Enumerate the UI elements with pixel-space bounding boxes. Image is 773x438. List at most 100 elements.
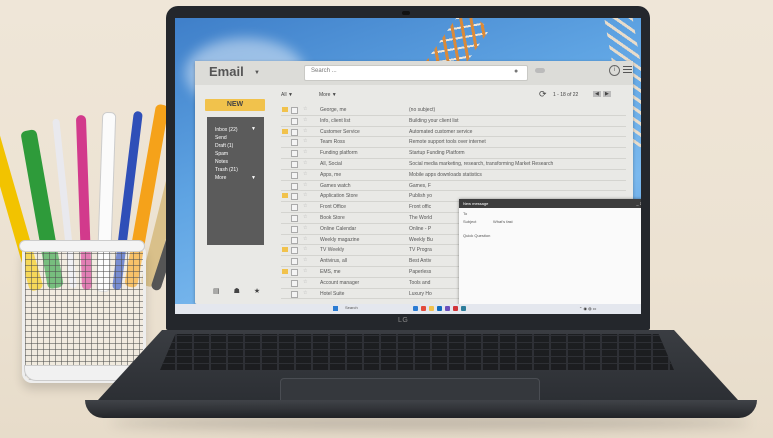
microphone-icon[interactable]: ● (514, 68, 518, 75)
row-checkbox[interactable] (291, 258, 298, 266)
row-checkbox[interactable] (291, 193, 298, 201)
flag-icon[interactable] (282, 204, 288, 209)
folder-inbox[interactable]: Inbox (22) (215, 127, 238, 133)
flag-icon[interactable] (282, 139, 288, 144)
row-checkbox[interactable] (291, 225, 298, 233)
star-icon[interactable]: ☆ (303, 149, 307, 155)
star-icon[interactable]: ☆ (303, 138, 307, 144)
chevron-down-icon[interactable]: ▼ (251, 175, 256, 181)
task-view-icon[interactable] (413, 306, 418, 311)
flag-icon[interactable] (282, 193, 288, 199)
email-row[interactable]: ☆ Funding platform Startup Funding Platfor… (281, 148, 626, 159)
browser-icon[interactable] (421, 306, 426, 311)
folder-draft[interactable]: Draft (1) (215, 143, 233, 149)
store-icon[interactable] (445, 306, 450, 311)
more-dropdown[interactable]: More ▼ (319, 92, 337, 98)
star-icon[interactable]: ☆ (303, 257, 307, 263)
folder-send[interactable]: Send (215, 135, 227, 141)
refresh-icon[interactable]: ⟳ (539, 89, 547, 100)
windows-start-icon[interactable] (333, 306, 338, 311)
star-icon[interactable]: ☆ (303, 160, 307, 166)
folder-more[interactable]: More (215, 175, 226, 181)
row-checkbox[interactable] (291, 107, 298, 114)
mail-icon[interactable] (453, 306, 458, 311)
row-checkbox[interactable] (291, 290, 298, 298)
contacts-icon[interactable]: ☗ (234, 287, 240, 295)
star-icon[interactable]: ☆ (303, 236, 307, 242)
to-field[interactable]: To (463, 211, 467, 216)
flag-icon[interactable] (282, 291, 288, 296)
row-checkbox[interactable] (291, 236, 298, 244)
system-tray[interactable]: ⌃ ◉ ◍ ▭ (579, 306, 596, 311)
row-checkbox[interactable] (291, 160, 298, 168)
row-checkbox[interactable] (291, 128, 298, 136)
star-icon[interactable]: ☆ (303, 117, 307, 123)
file-explorer-icon[interactable] (429, 306, 434, 311)
edge-icon[interactable] (437, 306, 442, 311)
search-input[interactable]: Search ... ● (304, 65, 528, 81)
flag-icon[interactable] (282, 247, 288, 253)
email-row[interactable]: ☆ Apps, me Mobile apps downloads statistic… (281, 170, 626, 181)
star-icon[interactable]: ☆ (303, 279, 307, 285)
flag-icon[interactable] (282, 118, 288, 123)
email-row[interactable]: ☆ Team Ross Remote support tools over inte… (281, 137, 626, 149)
flag-icon[interactable] (282, 161, 288, 166)
star-icon[interactable]: ☆ (303, 192, 307, 198)
row-checkbox[interactable] (291, 171, 298, 179)
taskbar-search[interactable]: Search (345, 305, 358, 310)
calendar-icon[interactable]: ▤ (213, 287, 220, 295)
row-checkbox[interactable] (291, 214, 298, 222)
star-icon[interactable]: ☆ (303, 203, 307, 209)
star-icon[interactable]: ☆ (303, 128, 307, 134)
star-icon[interactable]: ☆ (303, 214, 307, 220)
row-checkbox[interactable] (291, 204, 298, 212)
flag-icon[interactable] (282, 172, 288, 177)
star-icon[interactable]: ☆ (303, 171, 307, 177)
close-icon[interactable]: _ ✕ (636, 199, 641, 208)
email-row[interactable]: ☆ Customer Service Automated customer serv… (281, 127, 626, 138)
row-checkbox[interactable] (291, 139, 298, 147)
row-checkbox[interactable] (291, 247, 298, 255)
email-row[interactable]: ☆ Info, client list Building your client l… (281, 116, 626, 127)
email-row[interactable]: ☆ All, Social Social media marketing, rese… (281, 159, 626, 170)
star-icon[interactable]: ☆ (303, 290, 307, 296)
folder-notes[interactable]: Notes (215, 159, 228, 165)
new-message-button[interactable]: NEW (205, 99, 265, 111)
select-all-dropdown[interactable]: All ▼ (281, 92, 293, 98)
star-icon[interactable]: ☆ (303, 182, 307, 188)
info-icon[interactable]: i (609, 65, 620, 76)
flag-icon[interactable] (282, 215, 288, 220)
email-row[interactable]: ☆ George, me (no subject) (281, 105, 626, 116)
folder-trash[interactable]: Trash (21) (215, 167, 238, 173)
flag-icon[interactable] (282, 150, 288, 155)
app-brand[interactable]: Email (209, 64, 244, 79)
prev-page-button[interactable]: ◀ (593, 91, 601, 97)
star-icon[interactable]: ★ (254, 287, 260, 295)
flag-icon[interactable] (282, 226, 288, 231)
star-icon[interactable]: ☆ (303, 225, 307, 231)
row-checkbox[interactable] (291, 279, 298, 287)
folder-spam[interactable]: Spam (215, 151, 228, 157)
message-body[interactable]: Quick Question (463, 233, 490, 238)
flag-icon[interactable] (282, 183, 288, 188)
subject-field[interactable]: What's fast (493, 219, 513, 224)
chevron-down-icon[interactable]: ▼ (254, 70, 260, 76)
flag-icon[interactable] (282, 237, 288, 242)
flag-icon[interactable] (282, 258, 288, 263)
flag-icon[interactable] (282, 268, 288, 274)
star-icon[interactable]: ☆ (303, 106, 307, 112)
flag-icon[interactable] (282, 128, 288, 134)
row-checkbox[interactable] (291, 150, 298, 158)
chevron-down-icon[interactable]: ▼ (251, 126, 256, 132)
app-icon[interactable] (461, 306, 466, 311)
row-checkbox[interactable] (291, 182, 298, 190)
hamburger-menu-icon[interactable] (623, 66, 632, 75)
row-checkbox[interactable] (291, 117, 298, 125)
email-row[interactable]: ☆ Games watch Games, F (281, 181, 626, 192)
next-page-button[interactable]: ▶ (603, 91, 611, 97)
flag-icon[interactable] (282, 107, 288, 112)
toggle-switch[interactable] (535, 68, 545, 73)
star-icon[interactable]: ☆ (303, 246, 307, 252)
flag-icon[interactable] (282, 280, 288, 285)
star-icon[interactable]: ☆ (303, 268, 307, 274)
